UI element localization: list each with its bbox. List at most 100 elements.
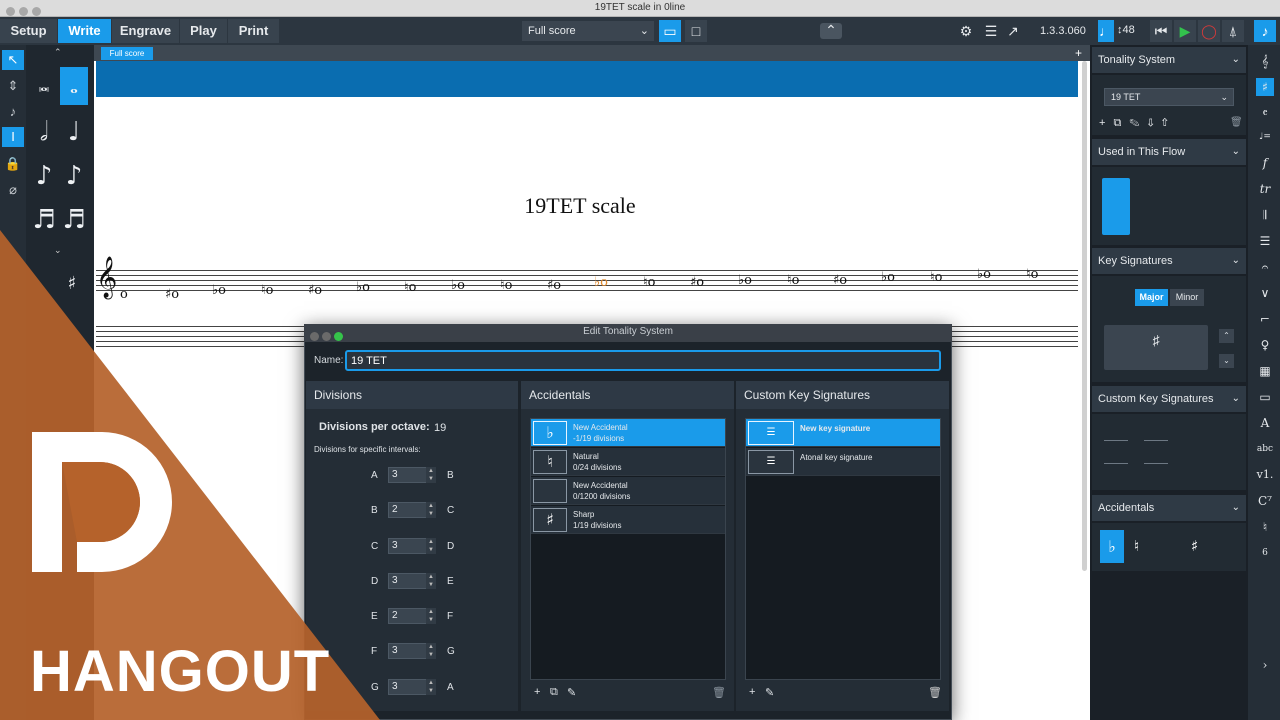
spinner-arrows-icon[interactable]: ▲ ▼ (426, 467, 436, 483)
accidental-row[interactable]: ♭ New Accidental -1/19 divisions (531, 419, 725, 447)
comment-icon[interactable]: ▭ (1256, 388, 1274, 406)
chevron-down-icon[interactable]: ⌄ (1219, 354, 1234, 368)
pitch-tool-icon[interactable]: ⌀ (2, 180, 24, 200)
tab-full-score[interactable]: Full score (101, 47, 153, 60)
score-scrollbar[interactable] (1080, 61, 1088, 581)
bars-icon[interactable]: ☰ (1256, 232, 1274, 250)
tempo-note-icon[interactable]: ♩ (1098, 20, 1114, 42)
playing-techniques-icon[interactable]: ⌐ (1256, 310, 1274, 328)
page-view-icon[interactable]: □ (685, 20, 707, 42)
chord-tool-icon[interactable]: ♪ (2, 102, 24, 122)
ear-icon[interactable]: ♀ (1256, 336, 1274, 354)
record-icon[interactable]: ◯ (1198, 20, 1220, 42)
tonality-preview[interactable] (1102, 178, 1130, 235)
staff-note[interactable]: ♮o (930, 270, 942, 285)
tonality-system-header[interactable]: Tonality System ⌄ (1092, 47, 1246, 73)
mixer-icon[interactable]: ☰ (980, 20, 1002, 42)
staff-note[interactable]: ♯o (690, 275, 704, 290)
video-icon[interactable]: ⚙ (955, 20, 977, 42)
note-input-icon[interactable]: ♪ (1254, 20, 1276, 42)
verse-icon[interactable]: v1. (1256, 466, 1274, 484)
chevron-up-icon[interactable]: ⌃ (820, 23, 842, 39)
staff-note[interactable]: ♭o (977, 267, 991, 282)
used-in-flow-header[interactable]: Used in This Flow ⌄ (1092, 139, 1246, 165)
spinner-arrows-icon[interactable]: ▲ ▼ (426, 502, 436, 518)
select-tool-icon[interactable]: ↖ (2, 50, 24, 70)
breve-note-icon[interactable]: 𝅜 (30, 67, 58, 105)
mode-play-tab[interactable]: Play (180, 19, 227, 43)
lines-icon[interactable]: ∨ (1256, 284, 1274, 302)
spinner-arrows-icon[interactable]: ▲ ▼ (426, 608, 436, 624)
mouse-icon[interactable]: ↗ (1002, 20, 1024, 42)
rewind-icon[interactable]: ⏮ (1150, 20, 1172, 42)
ornaments-icon[interactable]: tr (1256, 180, 1274, 198)
insert-tool-icon[interactable]: ⇕ (2, 76, 24, 96)
staff-note-selected[interactable]: ♭o (594, 275, 608, 290)
tempo-icon[interactable]: ♩= (1256, 128, 1274, 146)
accidental-row[interactable]: ♮ Natural 0/24 divisions (531, 448, 725, 476)
trash-icon[interactable]: 🗑 (928, 686, 942, 699)
tonality-actions[interactable]: + ⧉ ✎ ⇩ ⇧ (1099, 117, 1168, 130)
edit-icon[interactable]: ✎ (567, 686, 576, 699)
minor-button[interactable]: Minor (1170, 289, 1204, 306)
chevron-up-icon[interactable]: ⌃ (1219, 329, 1234, 343)
accidental-row[interactable]: New Accidental 0/1200 divisions (531, 477, 725, 505)
custom-key-signatures-header[interactable]: Custom Key Signatures ⌄ (1092, 386, 1246, 412)
custom-key-sig-thumb[interactable] (1104, 440, 1128, 464)
holds-icon[interactable]: 𝄐 (1256, 258, 1274, 276)
caret-tool-icon[interactable]: I (2, 127, 24, 147)
repeat-icon[interactable]: 𝄂 (1256, 206, 1274, 224)
text-icon[interactable]: A (1256, 414, 1274, 432)
figured-bass-icon[interactable]: ♮ (1256, 518, 1274, 536)
trash-icon[interactable]: 🗑 (1230, 117, 1243, 128)
key-signature-icon[interactable]: ♯ (1256, 78, 1274, 96)
spinner-arrows-icon[interactable]: ▲ ▼ (426, 538, 436, 554)
mode-write-tab[interactable]: Write (58, 19, 111, 43)
chord-symbol-icon[interactable]: C⁷ (1256, 492, 1274, 510)
lock-icon[interactable]: 🔒 (2, 154, 24, 174)
mode-setup-tab[interactable]: Setup (0, 19, 57, 43)
edit-icon[interactable]: ✎ (765, 686, 774, 699)
add-icon[interactable]: + (534, 686, 540, 698)
mode-engrave-tab[interactable]: Engrave (112, 19, 179, 43)
staff-note[interactable]: ♭o (451, 278, 465, 293)
time-signature-icon[interactable]: 𝄴 (1256, 104, 1274, 122)
spinner-arrows-icon[interactable]: ▲ ▼ (426, 643, 436, 659)
custom-key-sig-thumb[interactable] (1144, 440, 1168, 464)
key-sig-row[interactable]: ☰ New key signature (746, 419, 940, 447)
divisions-per-octave-value[interactable]: 19 (434, 422, 446, 434)
figured-bass-icon-2[interactable]: 6 (1256, 544, 1274, 562)
eighth-note-icon[interactable]: ♪ (30, 157, 58, 195)
duplicate-icon[interactable]: ⧉ (550, 686, 558, 699)
staff-note[interactable]: ♯o (833, 273, 847, 288)
chevron-up-icon[interactable]: ⌃ (54, 47, 62, 58)
key-signatures-header[interactable]: Key Signatures ⌄ (1092, 248, 1246, 274)
key-signature-preview[interactable]: ♯ (1104, 325, 1208, 370)
flat-accidental-button[interactable]: ♭ (1100, 530, 1124, 563)
trash-icon[interactable]: 🗑 (712, 686, 726, 699)
eighth-note-icon-2[interactable]: ♪ (60, 157, 88, 195)
staff-note[interactable]: ♮o (500, 278, 512, 293)
add-icon[interactable]: + (749, 686, 755, 698)
layout-select[interactable]: Full score ⌄ (522, 21, 654, 41)
natural-accidental-button[interactable]: ♮ (1134, 537, 1139, 555)
tonality-system-select[interactable]: 19 TET ⌄ (1104, 88, 1234, 106)
staff-note[interactable]: ♭o (881, 270, 895, 285)
half-note-icon[interactable]: 𝅗𝅥 (30, 113, 58, 151)
tempo-value[interactable]: ↕48 (1117, 24, 1135, 36)
galley-view-icon[interactable]: ▭ (659, 20, 681, 42)
quarter-note-icon[interactable]: ♩ (60, 113, 88, 151)
add-tab-icon[interactable]: + (1075, 46, 1082, 60)
accidentals-header[interactable]: Accidentals ⌄ (1092, 495, 1246, 521)
staff-note[interactable]: ♮o (787, 273, 799, 288)
staff-note[interactable]: ♯o (547, 278, 561, 293)
dynamics-icon[interactable]: f (1256, 154, 1274, 172)
name-input[interactable] (345, 350, 941, 371)
cue-icon[interactable]: ▦ (1256, 362, 1274, 380)
spinner-arrows-icon[interactable]: ▲ ▼ (426, 573, 436, 589)
mode-print-tab[interactable]: Print (228, 19, 279, 43)
metronome-icon[interactable]: ⍋ (1222, 20, 1244, 42)
lyrics-icon[interactable]: abc (1256, 440, 1274, 458)
play-icon[interactable]: ▶ (1174, 20, 1196, 42)
sharp-accidental-button[interactable]: ♯ (1191, 537, 1198, 555)
